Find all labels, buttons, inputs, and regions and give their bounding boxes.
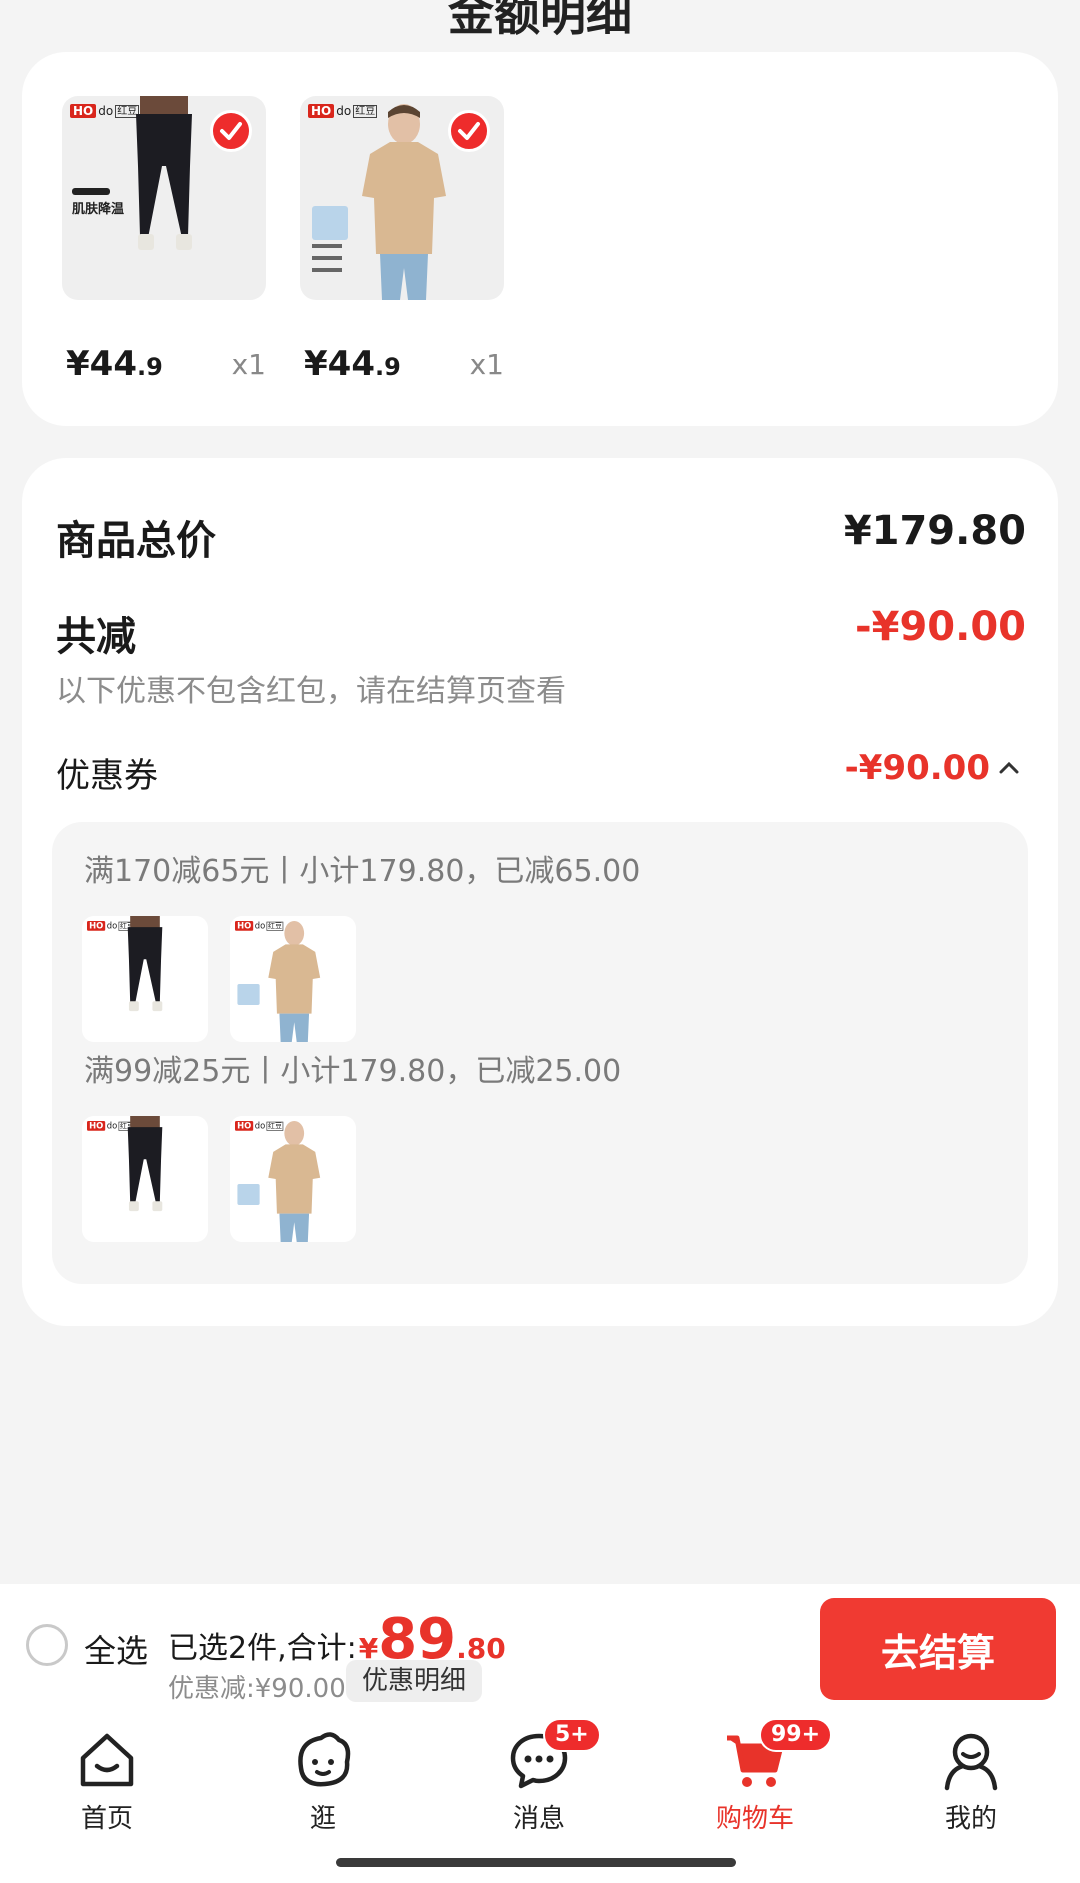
message-badge: 5+ — [543, 1718, 601, 1752]
home-indicator[interactable] — [336, 1858, 736, 1867]
check-icon — [220, 122, 242, 140]
product-item[interactable]: HO do 红豆 ¥44.9 x1 — [300, 96, 504, 384]
product-thumbnail-polo: HO do 红豆 — [230, 916, 356, 1042]
product-tag-title: 肌肤降温 — [72, 202, 125, 217]
reduce-label: 共减 — [56, 614, 136, 660]
product-price: ¥44.9 — [66, 344, 163, 384]
checkout-button[interactable]: 去结算 — [820, 1598, 1056, 1700]
tab-label: 我的 — [944, 1804, 997, 1834]
discount-hint: 以下优惠不包含红包，请在结算页查看 — [56, 674, 566, 709]
product-thumbnail-polo: HO do 红豆 — [230, 1116, 356, 1242]
reduce-value: -¥90.00 — [855, 604, 1026, 650]
tab-label: 购物车 — [715, 1804, 794, 1834]
coupon-products: HO do 红豆 HO do 红豆 — [82, 916, 356, 1042]
close-icon — [992, 0, 1052, 10]
tab-browse[interactable]: 逛 — [258, 1728, 388, 1835]
product-image-polo: HO do 红豆 — [300, 96, 504, 300]
coupon-rule: 满170减65元丨小计179.80，已减65.00 — [84, 854, 641, 889]
product-quantity: x1 — [469, 348, 504, 381]
browse-icon — [298, 1732, 351, 1787]
tab-label: 消息 — [512, 1804, 565, 1834]
chevron-up-icon — [999, 761, 1019, 774]
tab-label: 逛 — [309, 1804, 336, 1834]
sheet-title: 金额明细 — [448, 0, 632, 41]
tab-profile[interactable]: 我的 — [906, 1728, 1036, 1835]
check-icon — [458, 122, 480, 140]
checkout-bar: 全选 已选2件,合计: ¥ 89 .80 优惠减:¥90.00 优惠明细 去结算 — [0, 1584, 1080, 1714]
select-all-label[interactable]: 全选 — [84, 1626, 148, 1672]
product-quantity: x1 — [231, 348, 266, 381]
product-thumbnail-pants: HO do 红豆 — [82, 1116, 208, 1242]
discount-detail-button[interactable]: 优惠明细 — [346, 1660, 483, 1702]
discount-amount: 优惠减:¥90.00 — [168, 1674, 346, 1704]
coupon-products: HO do 红豆 HO do 红豆 — [82, 1116, 356, 1242]
coupon-rule: 满99减25元丨小计179.80，已减25.00 — [84, 1054, 622, 1089]
coupon-label: 优惠券 — [56, 756, 158, 796]
price-summary-card: 商品总价 ¥179.80 共减 -¥90.00 以下优惠不包含红包，请在结算页查… — [22, 458, 1058, 1326]
product-price: ¥44.9 — [304, 344, 401, 384]
coupon-value: -¥90.00 — [844, 748, 990, 788]
tab-home[interactable]: 首页 — [42, 1728, 172, 1835]
product-thumbnail-pants: HO do 红豆 — [82, 916, 208, 1042]
home-icon — [80, 1733, 134, 1787]
select-all-radio[interactable] — [26, 1624, 68, 1666]
total-amount-int: 89 — [378, 1607, 457, 1672]
total-price-label: 商品总价 — [56, 518, 216, 564]
coupon-detail-panel: 满170减65元丨小计179.80，已减65.00 HO do 红豆 HO do 红豆 — [52, 822, 1028, 1284]
total-price-value: ¥179.80 — [843, 508, 1026, 554]
close-button[interactable] — [992, 0, 1052, 10]
selected-products-card: HO do 红豆 肌肤降温 ¥44.9 x1 HO do 红豆 ¥44.9 x1 — [22, 52, 1058, 426]
check-badge[interactable] — [448, 110, 490, 152]
product-item[interactable]: HO do 红豆 肌肤降温 ¥44.9 x1 — [62, 96, 266, 384]
tab-cart[interactable]: 99+ 购物车 — [690, 1718, 833, 1835]
tab-label: 首页 — [80, 1804, 133, 1834]
profile-icon — [944, 1733, 998, 1791]
check-badge[interactable] — [210, 110, 252, 152]
tab-messages[interactable]: 5+ 消息 — [474, 1718, 604, 1835]
cart-badge: 99+ — [759, 1718, 833, 1752]
selected-count-text: 已选2件,合计: — [168, 1631, 357, 1666]
product-image-pants: HO do 红豆 肌肤降温 — [62, 96, 266, 300]
coupon-toggle[interactable]: -¥90.00 — [845, 748, 1020, 788]
